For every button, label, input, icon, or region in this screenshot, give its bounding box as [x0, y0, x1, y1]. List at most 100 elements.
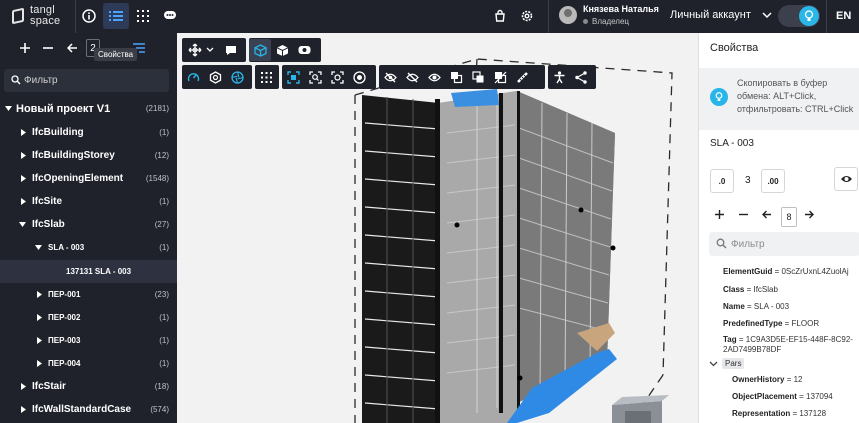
- show-all-button[interactable]: [423, 66, 445, 88]
- speedometer-icon: [187, 73, 199, 82]
- orbit-mode-dropdown[interactable]: [182, 39, 220, 61]
- property-row[interactable]: Representation = 137128: [732, 409, 826, 418]
- tree-item-count: (1548): [145, 174, 169, 183]
- tree-filter[interactable]: [4, 69, 169, 92]
- building-model[interactable]: [177, 33, 698, 423]
- property-row[interactable]: Name = SLA - 003: [723, 302, 789, 311]
- chevron-right-icon: [21, 152, 26, 159]
- increase-decimals-button[interactable]: .00: [761, 169, 785, 193]
- tree-item-count: (12): [154, 151, 169, 160]
- level-back-button[interactable]: [759, 206, 775, 222]
- tree-item[interactable]: IfcSite (1): [0, 190, 177, 213]
- reset-visibility-button[interactable]: [489, 66, 511, 88]
- tree-item[interactable]: SLA - 003 (1): [0, 236, 177, 259]
- property-row[interactable]: Class = IfcSlab: [723, 285, 778, 294]
- 3d-viewport[interactable]: [177, 33, 698, 423]
- isolate-button[interactable]: [348, 66, 370, 88]
- level-back-button[interactable]: [63, 39, 81, 57]
- chat-button[interactable]: [157, 3, 183, 29]
- tree-item[interactable]: ПЕР-002 (1): [0, 306, 177, 329]
- tangl-logo[interactable]: tangl space: [12, 5, 70, 29]
- tree-item-selected[interactable]: 137131 SLA - 003: [0, 260, 177, 283]
- chevron-down-icon: [35, 245, 42, 250]
- property-row[interactable]: Tag = 1C9A3D5E-EF15-448F-8C92-2AD7499B78…: [723, 335, 857, 355]
- tree-item-project[interactable]: Новый проект V1 (2181): [0, 97, 177, 120]
- tree-item[interactable]: ПЕР-001 (23): [0, 283, 177, 306]
- share-icon: [575, 70, 587, 84]
- grid-view-button[interactable]: [130, 3, 156, 29]
- chevron-down-icon: [5, 106, 12, 111]
- property-row[interactable]: PredefinedType = FLOOR: [723, 319, 819, 328]
- panel-title: Свойства: [710, 42, 759, 54]
- user-menu[interactable]: Князева Наталья Владелец: [559, 4, 664, 30]
- walk-mode-button[interactable]: [548, 66, 570, 88]
- speed-button[interactable]: [182, 66, 204, 88]
- eye-off-outline-icon: [405, 72, 419, 82]
- store-button[interactable]: [487, 3, 513, 29]
- visibility-button[interactable]: [834, 167, 858, 191]
- chevron-right-icon: [21, 198, 26, 205]
- property-group[interactable]: Pars: [709, 358, 745, 369]
- measure-button[interactable]: [511, 66, 533, 88]
- fit-view-button[interactable]: [282, 66, 304, 88]
- lightbulb-icon: [804, 10, 814, 21]
- settings-button[interactable]: [514, 3, 540, 29]
- tree-item[interactable]: IfcOpeningElement (1548): [0, 167, 177, 190]
- section-button[interactable]: [204, 66, 226, 88]
- level-input[interactable]: 8: [781, 207, 797, 227]
- expand-button[interactable]: [16, 39, 34, 57]
- tree-item[interactable]: ПЕР-003 (1): [0, 329, 177, 352]
- property-row[interactable]: ElementGuid = 0ScZrUxnL4ZuolAj: [723, 267, 849, 276]
- tree-item[interactable]: IfcSlab (27): [0, 213, 177, 236]
- decrease-decimals-button[interactable]: .0: [710, 169, 734, 193]
- ghost-button[interactable]: [467, 66, 489, 88]
- transparency-button[interactable]: [445, 66, 467, 88]
- theme-toggle[interactable]: [778, 5, 820, 27]
- account-selector[interactable]: Личный аккаунт: [670, 9, 772, 21]
- tree-filter-input[interactable]: [24, 73, 164, 88]
- tree-item[interactable]: IfcBuildingStorey (12): [0, 144, 177, 167]
- focus-icon: [330, 70, 344, 84]
- camera-button[interactable]: [293, 39, 315, 61]
- hide-others-button[interactable]: [401, 66, 423, 88]
- chevron-down-icon: [19, 222, 26, 227]
- language-switch[interactable]: EN: [836, 10, 851, 22]
- info-button[interactable]: [76, 3, 102, 29]
- move-arrows-icon: [188, 43, 202, 57]
- tree-item[interactable]: IfcBuilding (1): [0, 121, 177, 144]
- share-button[interactable]: [570, 66, 592, 88]
- tree-item[interactable]: ПЕР-004 (1): [0, 352, 177, 375]
- expand-all-button[interactable]: [711, 206, 727, 222]
- tree-item-count: (27): [154, 220, 169, 229]
- user-role: Владелец: [583, 17, 629, 26]
- decimals-value: 3: [745, 175, 751, 186]
- gear-icon: [521, 10, 533, 22]
- zoom-selection-button[interactable]: [304, 66, 326, 88]
- property-row[interactable]: OwnerHistory = 12: [732, 375, 803, 384]
- tree-item[interactable]: IfcStair (18): [0, 375, 177, 398]
- property-row[interactable]: ObjectPlacement = 137094: [732, 392, 833, 401]
- tree-item-label: ПЕР-002: [48, 313, 81, 322]
- comment-button[interactable]: [220, 39, 242, 61]
- level-forward-button[interactable]: [801, 206, 817, 222]
- solid-view-button[interactable]: [271, 39, 293, 61]
- camera-icon: [298, 46, 310, 54]
- focus-button[interactable]: [326, 66, 348, 88]
- explode-button[interactable]: [226, 66, 248, 88]
- tree-item[interactable]: IfcWallStandardCase (574): [0, 398, 177, 421]
- properties-filter-input[interactable]: [731, 237, 851, 251]
- perspective-button[interactable]: [249, 39, 271, 61]
- zoom-frame-icon: [308, 70, 322, 84]
- properties-filter[interactable]: [709, 232, 859, 256]
- view-cube[interactable]: [612, 395, 669, 423]
- element-name: SLA - 003: [710, 138, 754, 149]
- grid-button[interactable]: [255, 66, 277, 88]
- selected-slab-top: [451, 89, 499, 107]
- collapse-button[interactable]: [39, 39, 57, 57]
- comment-icon: [226, 45, 236, 55]
- tree-view-button[interactable]: [103, 3, 129, 29]
- collapse-all-button[interactable]: [735, 206, 751, 222]
- hide-selected-button[interactable]: [379, 66, 401, 88]
- chevron-down-icon: [709, 361, 718, 366]
- chevron-right-icon: [21, 175, 26, 182]
